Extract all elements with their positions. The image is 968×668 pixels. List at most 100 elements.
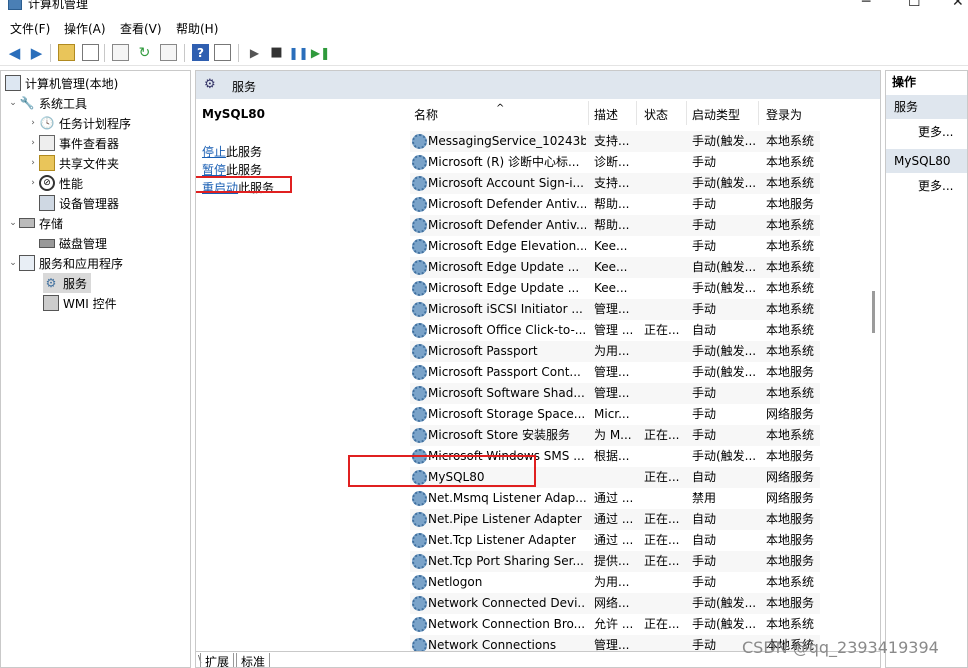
export-list-icon[interactable] bbox=[160, 44, 177, 61]
forward-arrow-icon[interactable]: ▶ bbox=[28, 44, 45, 62]
chevron-down-icon[interactable]: ⌄ bbox=[7, 218, 19, 228]
tree-item-system-tools[interactable]: ⌄ 🔧 系统工具 bbox=[7, 93, 87, 113]
table-row[interactable]: Net.Pipe Listener Adapter 通过 ... 正在... 自动 本地… bbox=[410, 509, 820, 530]
table-row[interactable]: Net.Msmq Listener Adap... 通过 ... 禁用 网络服务 bbox=[410, 488, 820, 509]
help-icon[interactable]: ? bbox=[192, 44, 209, 61]
restart-service-icon[interactable]: ▶❚ bbox=[311, 44, 330, 61]
cell-log-on-as: 本地系统 bbox=[766, 575, 815, 589]
cell-startup-type: 手动(触发... bbox=[692, 596, 756, 610]
table-row[interactable]: Microsoft iSCSI Initiator ... 管理... 手动 本地系统 bbox=[410, 299, 820, 320]
cell-status: 正在... bbox=[644, 428, 680, 442]
tree-item-shared-folders[interactable]: › 共享文件夹 bbox=[27, 153, 119, 173]
properties-icon[interactable] bbox=[112, 44, 129, 61]
cell-log-on-as: 本地系统 bbox=[766, 218, 815, 232]
cell-name: Net.Tcp Listener Adapter bbox=[428, 533, 576, 547]
table-row[interactable]: Microsoft Defender Antiv... 帮助... 手动 本地服务 bbox=[410, 194, 820, 215]
table-row[interactable]: Net.Tcp Port Sharing Ser... 提供... 正在... 手动 本… bbox=[410, 551, 820, 572]
cell-startup-type: 自动(触发... bbox=[692, 260, 756, 274]
table-row[interactable]: Network Connection Bro... 允许 ... 正在... 手动(触… bbox=[410, 614, 820, 635]
refresh-icon[interactable]: ↻ bbox=[136, 44, 153, 61]
chevron-right-icon[interactable]: › bbox=[27, 178, 39, 188]
table-row[interactable]: Microsoft Edge Update ... Kee... 手动(触发... 本… bbox=[410, 278, 820, 299]
chevron-down-icon[interactable]: ⌄ bbox=[7, 98, 19, 108]
menu-help[interactable]: 帮助(H) bbox=[176, 20, 218, 37]
chevron-right-icon[interactable]: › bbox=[27, 118, 39, 128]
actions-more-services[interactable]: 更多... bbox=[918, 123, 953, 140]
chevron-right-icon[interactable]: › bbox=[27, 158, 39, 168]
menu-view[interactable]: 查看(V) bbox=[120, 20, 162, 37]
stop-service-line: 停止此服务 bbox=[202, 145, 263, 159]
selected-service-name: MySQL80 bbox=[202, 107, 265, 121]
stop-service-icon[interactable]: ■ bbox=[268, 44, 285, 61]
tree-item-services-apps[interactable]: ⌄ 服务和应用程序 bbox=[7, 253, 123, 273]
tree-item-performance[interactable]: › ⊘ 性能 bbox=[27, 173, 83, 193]
close-button[interactable]: ✕ bbox=[952, 0, 964, 10]
tree-item-task-scheduler[interactable]: › 🕓 任务计划程序 bbox=[27, 113, 131, 133]
service-gear-icon bbox=[412, 365, 427, 380]
chevron-down-icon[interactable]: ⌄ bbox=[7, 258, 19, 268]
vertical-scrollbar[interactable] bbox=[872, 291, 875, 333]
table-row[interactable]: Microsoft Store 安装服务 为 M... 正在... 手动 本地系统 bbox=[410, 425, 820, 446]
start-service-icon[interactable]: ▶ bbox=[246, 44, 263, 61]
service-gear-icon bbox=[412, 512, 427, 527]
cell-name: Network Connected Devi... bbox=[428, 596, 586, 610]
back-arrow-icon[interactable]: ◀ bbox=[6, 44, 23, 62]
cell-log-on-as: 本地系统 bbox=[766, 617, 815, 631]
actions-section-mysql80[interactable]: MySQL80 bbox=[886, 149, 967, 173]
device-manager-icon bbox=[39, 195, 55, 211]
tree-item-wmi[interactable]: WMI 控件 bbox=[43, 293, 117, 313]
table-row[interactable]: Microsoft Edge Update ... Kee... 自动(触发... 本… bbox=[410, 257, 820, 278]
chevron-right-icon[interactable]: › bbox=[27, 138, 39, 148]
column-description[interactable]: 描述 bbox=[594, 103, 618, 127]
menu-action[interactable]: 操作(A) bbox=[64, 20, 106, 37]
up-folder-icon[interactable] bbox=[58, 44, 75, 61]
table-row[interactable]: Microsoft Edge Elevation... Kee... 手动 本地系统 bbox=[410, 236, 820, 257]
table-row[interactable]: Microsoft Storage Space... Micr... 手动 网络服务 bbox=[410, 404, 820, 425]
service-gear-icon bbox=[412, 281, 427, 296]
cell-log-on-as: 本地服务 bbox=[766, 554, 815, 568]
table-row[interactable]: MessagingService_10243b 支持... 手动(触发... 本地系统 bbox=[410, 131, 820, 152]
minimize-button[interactable]: ─ bbox=[862, 0, 870, 10]
services-apps-icon bbox=[19, 255, 35, 271]
table-row[interactable]: Microsoft Passport 为用... 手动(触发... 本地系统 bbox=[410, 341, 820, 362]
table-row[interactable]: Microsoft Defender Antiv... 帮助... 手动 本地系统 bbox=[410, 215, 820, 236]
column-log-on-as[interactable]: 登录为 bbox=[766, 103, 802, 127]
cell-status bbox=[644, 593, 684, 614]
service-gear-icon bbox=[412, 155, 427, 170]
column-status[interactable]: 状态 bbox=[644, 103, 668, 127]
cell-name: Net.Pipe Listener Adapter bbox=[428, 512, 582, 526]
tree-item-root[interactable]: 计算机管理(本地) bbox=[5, 73, 118, 93]
table-row[interactable]: Microsoft Office Click-to-... 管理 ... 正在...… bbox=[410, 320, 820, 341]
table-row[interactable]: Network Connected Devi... 网络... 手动(触发... 本地… bbox=[410, 593, 820, 614]
action-pane-icon[interactable] bbox=[214, 44, 231, 61]
tree-item-disk-management[interactable]: 磁盘管理 bbox=[39, 233, 107, 253]
table-row[interactable]: Microsoft Software Shad... 管理... 手动 本地系统 bbox=[410, 383, 820, 404]
tree-item-storage[interactable]: ⌄ 存储 bbox=[7, 213, 63, 233]
tree-item-device-manager[interactable]: 设备管理器 bbox=[39, 193, 119, 213]
service-gear-icon bbox=[412, 407, 427, 422]
table-row[interactable]: Microsoft Passport Cont... 管理... 手动(触发... 本… bbox=[410, 362, 820, 383]
column-startup-type[interactable]: 启动类型 bbox=[692, 103, 740, 127]
service-gear-icon bbox=[412, 596, 427, 611]
show-hide-tree-icon[interactable] bbox=[82, 44, 99, 61]
tree-item-services[interactable]: ⚙ 服务 bbox=[43, 273, 92, 293]
menu-file[interactable]: 文件(F) bbox=[10, 20, 50, 37]
table-row[interactable]: Net.Tcp Listener Adapter 通过 ... 正在... 自动 本地服… bbox=[410, 530, 820, 551]
service-gear-icon bbox=[412, 617, 427, 632]
actions-more-mysql80[interactable]: 更多... bbox=[918, 177, 953, 194]
service-gear-icon bbox=[412, 386, 427, 401]
actions-section-services[interactable]: 服务 bbox=[886, 95, 967, 119]
cell-name: Microsoft Defender Antiv... bbox=[428, 197, 586, 211]
tab-extended[interactable]: 扩展 bbox=[200, 653, 235, 667]
pause-service-link[interactable]: 暂停 bbox=[202, 163, 226, 177]
table-row[interactable]: Microsoft Account Sign-i... 支持... 手动(触发...… bbox=[410, 173, 820, 194]
pause-service-icon[interactable]: ❚❚ bbox=[288, 44, 308, 61]
service-gear-icon bbox=[412, 344, 427, 359]
tab-standard[interactable]: 标准 bbox=[236, 653, 271, 667]
tree-item-event-viewer[interactable]: › 事件查看器 bbox=[27, 133, 119, 153]
table-row[interactable]: Microsoft (R) 诊断中心标... 诊断... 手动 本地系统 bbox=[410, 152, 820, 173]
table-row[interactable]: Netlogon 为用... 手动 本地系统 bbox=[410, 572, 820, 593]
stop-service-link[interactable]: 停止 bbox=[202, 145, 226, 159]
column-name[interactable]: 名称 bbox=[414, 103, 438, 127]
maximize-button[interactable]: ☐ bbox=[908, 0, 921, 10]
